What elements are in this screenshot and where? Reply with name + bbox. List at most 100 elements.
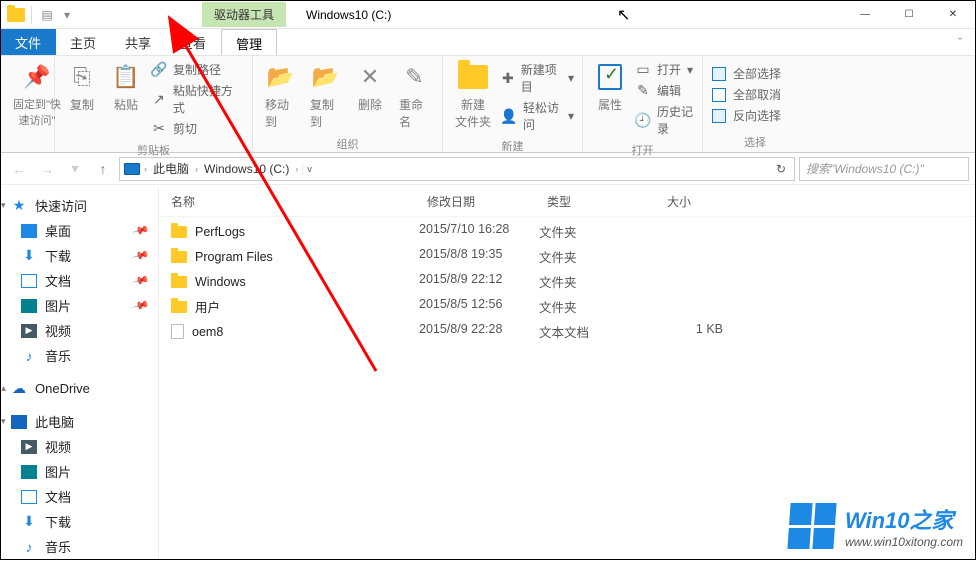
move-to-button[interactable]: 📂移动到	[261, 60, 300, 132]
folder-icon	[171, 301, 187, 313]
sidebar-item[interactable]: 图片📌	[1, 293, 158, 318]
search-input[interactable]: 搜索"Windows10 (C:)"	[799, 157, 969, 181]
delete-icon: ✕	[355, 62, 385, 92]
window-title: Windows10 (C:)	[286, 8, 411, 22]
sidebar-item[interactable]: ▶视频	[1, 434, 158, 459]
folder-icon	[171, 276, 187, 288]
group-label: 选择	[703, 134, 807, 152]
pc-icon	[11, 415, 27, 429]
qat-button[interactable]: ▾	[58, 6, 76, 24]
new-item-button[interactable]: ✚新建项目 ▾	[501, 60, 574, 96]
sidebar-item[interactable]: ⬇下载📌	[1, 243, 158, 268]
recent-button[interactable]: ▾	[63, 157, 87, 181]
tab-home[interactable]: 主页	[56, 29, 111, 55]
rename-button[interactable]: ✎重命名	[395, 60, 434, 132]
address-dropdown[interactable]: v	[302, 164, 316, 174]
file-row[interactable]: 用户2015/8/5 12:56文件夹	[159, 294, 975, 319]
paste-icon: 📋	[111, 62, 141, 92]
maximize-button[interactable]: ☐	[887, 1, 931, 29]
dl-icon: ⬇	[21, 249, 37, 263]
back-button[interactable]: ←	[7, 157, 31, 181]
mus-icon: ♪	[21, 349, 37, 363]
group-label: 新建	[443, 138, 582, 156]
select-none-button[interactable]: 全部取消	[711, 85, 781, 104]
star-icon: ★	[11, 199, 27, 213]
file-row[interactable]: oem82015/8/9 22:28文本文档1 KB	[159, 319, 975, 344]
up-button[interactable]: ↑	[91, 157, 115, 181]
ribbon: 📌固定到"快 速访问" ⎘复制 📋粘贴 🔗复制路径 ↗粘贴快捷方式 ✂剪切 剪贴…	[1, 55, 975, 153]
contextual-tab-label: 驱动器工具	[202, 2, 286, 27]
forward-button[interactable]: →	[35, 157, 59, 181]
pin-icon: 📌	[132, 296, 150, 314]
quick-access-toolbar: ▤ ▾	[1, 6, 82, 24]
vid-icon: ▶	[21, 324, 37, 338]
tab-file[interactable]: 文件	[1, 29, 56, 55]
sidebar-item[interactable]: ▶视频	[1, 318, 158, 343]
copy-button[interactable]: ⎘复制	[63, 60, 101, 115]
properties-button[interactable]: 属性	[591, 60, 629, 115]
paste-button[interactable]: 📋粘贴	[107, 60, 145, 115]
tab-share[interactable]: 共享	[111, 29, 166, 55]
file-row[interactable]: Program Files2015/8/8 19:35文件夹	[159, 244, 975, 269]
edit-button[interactable]: ✎编辑	[635, 81, 694, 100]
tab-view[interactable]: 查看	[166, 29, 221, 55]
address-bar[interactable]: › 此电脑 › Windows10 (C:) › v ↻	[119, 157, 795, 181]
cloud-icon: ☁	[11, 382, 27, 396]
open-button[interactable]: ▭打开 ▾	[635, 60, 694, 79]
sidebar-item[interactable]: ⬇下载	[1, 509, 158, 534]
copy-to-button[interactable]: 📂复制到	[306, 60, 345, 132]
pic-icon	[21, 465, 37, 479]
sidebar-this-pc[interactable]: ▾此电脑	[1, 409, 158, 434]
copy-path-button[interactable]: 🔗复制路径	[151, 60, 244, 79]
edit-icon: ✎	[635, 83, 651, 99]
sidebar-item[interactable]: 文档	[1, 484, 158, 509]
ribbon-collapse-button[interactable]: ˇ	[945, 29, 975, 55]
sidebar-item[interactable]: 文档📌	[1, 268, 158, 293]
history-button[interactable]: 🕘历史记录	[635, 102, 694, 138]
sidebar-quick-access[interactable]: ▾★快速访问	[1, 193, 158, 218]
tab-manage[interactable]: 管理	[221, 29, 277, 55]
mus-icon: ♪	[21, 540, 37, 554]
folder-icon	[7, 8, 25, 22]
address-bar-row: ← → ▾ ↑ › 此电脑 › Windows10 (C:) › v ↻ 搜索"…	[1, 153, 975, 185]
sidebar-item[interactable]: 桌面📌	[1, 218, 158, 243]
dl-icon: ⬇	[21, 515, 37, 529]
select-all-button[interactable]: 全部选择	[711, 64, 781, 83]
col-type[interactable]: 类型	[539, 187, 659, 216]
file-row[interactable]: Windows2015/8/9 22:12文件夹	[159, 269, 975, 294]
windows-logo-icon	[787, 503, 836, 549]
invert-selection-button[interactable]: 反向选择	[711, 106, 781, 125]
breadcrumb[interactable]: 此电脑	[151, 160, 191, 177]
watermark-url: www.win10xitong.com	[845, 535, 963, 549]
shortcut-icon: ↗	[151, 91, 167, 107]
group-label: 组织	[253, 136, 442, 154]
desk-icon	[21, 224, 37, 238]
sidebar-item[interactable]: 图片	[1, 459, 158, 484]
copy-to-icon: 📂	[311, 62, 341, 92]
qat-button[interactable]: ▤	[38, 6, 56, 24]
open-icon: ▭	[635, 62, 651, 78]
refresh-button[interactable]: ↻	[772, 162, 790, 176]
move-icon: 📂	[266, 62, 296, 92]
easy-access-button[interactable]: 👤轻松访问 ▾	[501, 98, 574, 134]
select-all-icon	[711, 66, 727, 82]
minimize-button[interactable]: —	[843, 1, 887, 29]
ribbon-tabs: 文件 主页 共享 查看 管理 ˇ	[1, 29, 975, 55]
sidebar-onedrive[interactable]: ▸☁OneDrive	[1, 378, 158, 399]
watermark: Win10之家 www.win10xitong.com	[789, 503, 963, 549]
cut-button[interactable]: ✂剪切	[151, 119, 244, 138]
history-icon: 🕘	[635, 112, 651, 128]
col-size[interactable]: 大小	[659, 187, 739, 216]
col-name[interactable]: 名称	[159, 187, 419, 216]
delete-button[interactable]: ✕删除	[351, 60, 389, 115]
path-icon: 🔗	[151, 62, 167, 78]
paste-shortcut-button[interactable]: ↗粘贴快捷方式	[151, 81, 244, 117]
file-row[interactable]: PerfLogs2015/7/10 16:28文件夹	[159, 219, 975, 244]
sidebar-item[interactable]: ♪音乐	[1, 343, 158, 368]
breadcrumb[interactable]: Windows10 (C:)	[202, 162, 291, 176]
sidebar-item[interactable]: ♪音乐	[1, 534, 158, 559]
col-date[interactable]: 修改日期	[419, 187, 539, 216]
close-button[interactable]: ✕	[931, 1, 975, 29]
new-folder-button[interactable]: 新建 文件夹	[451, 60, 495, 132]
rename-icon: ✎	[400, 62, 430, 92]
